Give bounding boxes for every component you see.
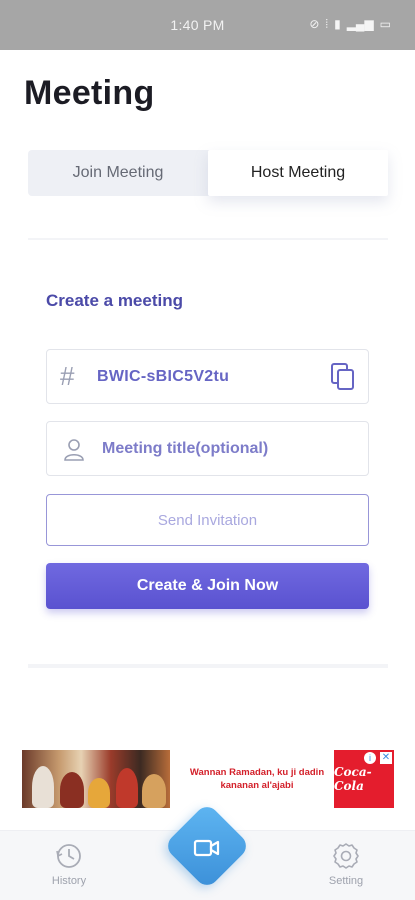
ad-text: Wannan Ramadan, ku ji dadin kananan al'a… bbox=[189, 767, 325, 791]
battery-icon: ▭ bbox=[379, 17, 391, 31]
nav-setting-label: Setting bbox=[328, 875, 364, 887]
page-title: Meeting bbox=[24, 74, 155, 112]
user-icon bbox=[64, 439, 84, 461]
signal-icon: ▮ bbox=[334, 17, 341, 31]
create-join-button[interactable]: Create & Join Now bbox=[46, 563, 369, 609]
video-camera-icon bbox=[193, 839, 220, 857]
send-invitation-button[interactable]: Send Invitation bbox=[46, 494, 369, 546]
nav-history[interactable]: History bbox=[34, 841, 104, 887]
meeting-tabs: Join Meeting Host Meeting bbox=[28, 150, 388, 196]
status-icons: ⊘ ⦙ ▮ ▂▄▆ ▭ bbox=[309, 16, 391, 32]
tab-join-meeting[interactable]: Join Meeting bbox=[28, 150, 208, 196]
nav-history-label: History bbox=[51, 875, 87, 887]
ad-figure bbox=[60, 772, 84, 808]
ad-figure bbox=[116, 768, 138, 808]
copy-icon[interactable] bbox=[330, 363, 356, 391]
signal-icon: ▂▄▆ bbox=[346, 17, 374, 31]
meeting-title-input[interactable]: Meeting title(optional) bbox=[102, 440, 268, 458]
history-icon bbox=[56, 844, 81, 868]
hash-icon: # bbox=[60, 361, 75, 391]
meeting-code: BWIC-sBIC5V2tu bbox=[97, 368, 230, 385]
gear-icon bbox=[333, 843, 359, 869]
nav-setting[interactable]: Setting bbox=[311, 841, 381, 887]
meeting-code-field: # BWIC-sBIC5V2tu bbox=[46, 349, 369, 404]
meeting-title-field[interactable]: Meeting title(optional) bbox=[46, 421, 369, 476]
tab-host-meeting[interactable]: Host Meeting bbox=[208, 150, 388, 196]
status-bar: 1:40 PM ⊘ ⦙ ▮ ▂▄▆ ▭ bbox=[0, 0, 415, 50]
ad-close-icon[interactable]: ✕ bbox=[380, 752, 392, 764]
vibrate-icon: ⦙ bbox=[325, 17, 329, 31]
ad-figure bbox=[88, 778, 110, 808]
ad-figure bbox=[142, 774, 166, 808]
ad-figure bbox=[32, 766, 54, 808]
ad-banner[interactable]: Wannan Ramadan, ku ji dadin kananan al'a… bbox=[22, 750, 394, 808]
do-not-disturb-icon: ⊘ bbox=[309, 17, 320, 31]
section-title: Create a meeting bbox=[46, 291, 183, 310]
ad-info-icon[interactable]: i bbox=[364, 752, 376, 764]
ad-image bbox=[22, 750, 170, 808]
